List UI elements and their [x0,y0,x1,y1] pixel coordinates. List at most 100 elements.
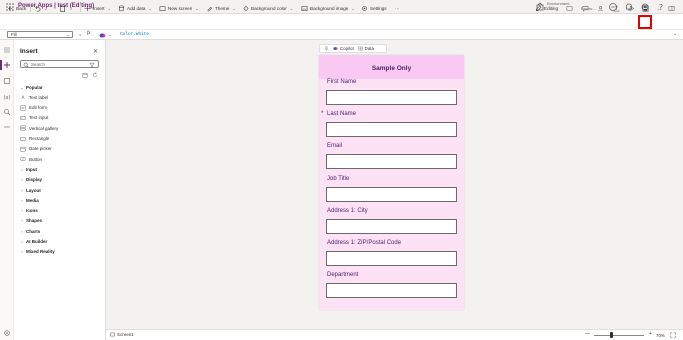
editing-mode-button[interactable]: Editing [535,3,558,13]
search-rail-icon[interactable] [3,108,11,116]
insert-item[interactable]: Date picker [18,144,104,154]
close-icon[interactable]: ✕ [93,48,98,55]
chevron-down-icon: ⌄ [195,5,199,11]
fit-to-window-icon[interactable] [670,331,676,338]
category-popular[interactable]: ⌄ Popular [18,82,104,92]
formula-input[interactable]: Color.White [120,32,149,37]
plus-icon [84,5,91,11]
background-image-button[interactable]: Background image ⌄ [301,3,355,13]
property-dropdown[interactable]: Fill ⌄ [7,31,73,38]
chevron-down-icon: ⌄ [232,5,236,11]
settings-rail-icon[interactable] [3,329,11,337]
background-color-button[interactable]: Background color ⌄ [242,3,293,13]
share-person-icon [598,5,603,11]
data-toolbar-button[interactable]: Data [358,46,374,51]
refresh-icon[interactable] [92,72,98,78]
more-rail-icon[interactable] [3,123,11,131]
zoom-slider-thumb[interactable] [610,332,613,338]
save-button[interactable] [642,3,649,13]
new-screen-button[interactable]: New screen ⌄ [159,3,199,13]
chevron-down-icon[interactable]: ⌄ [108,32,111,37]
clipboard-button[interactable]: ⌄ [59,3,72,13]
table-icon [358,46,363,51]
equals-sign: = [79,31,82,37]
category-item[interactable]: › AI Builder [18,237,104,247]
tree-view-icon[interactable] [3,46,11,54]
date-picker-icon [20,146,26,152]
required-marker: * [321,111,324,118]
separator [80,4,81,12]
settings-button[interactable]: Settings [361,3,387,13]
screen-icon [110,332,115,337]
undo-button[interactable]: ⌄ [34,3,47,13]
category-item[interactable]: › Mixed Reality [18,247,104,257]
more-commands-button[interactable]: ··· [395,3,400,13]
chevron-down-icon: ⌄ [20,84,24,90]
insert-item[interactable]: Edit form [18,103,104,113]
field-input[interactable] [326,122,457,138]
category-label: Popular [26,84,43,90]
field-input[interactable] [326,283,457,299]
save-options-chevron[interactable]: ⌄ [656,3,660,13]
category-item[interactable]: › Icons [18,206,104,216]
field-label: First Name [327,79,357,85]
insert-item[interactable]: Vertical gallery [18,123,104,133]
data-rail-icon[interactable] [3,77,11,85]
copilot-panel-button[interactable] [668,3,675,13]
comments-button[interactable] [582,3,589,13]
category-label: AI Builder [26,239,48,244]
screen-selector[interactable]: Screen1 [110,332,134,337]
gallery-icon [20,125,26,131]
search-icon [23,62,29,68]
category-item[interactable]: › Input [18,164,104,174]
field-input[interactable] [326,90,457,105]
preview-play-button[interactable] [628,3,635,13]
field-label: Last Name [327,111,357,118]
paint-bucket-icon [243,5,249,11]
category-item[interactable]: › Media [18,195,104,205]
import-component-icon[interactable] [82,72,88,78]
theme-button[interactable]: Theme ⌄ [206,3,236,13]
edit-form-icon [20,105,26,111]
zoom-slider[interactable] [594,334,644,336]
field-input[interactable] [326,218,457,234]
insert-item[interactable]: Button [18,154,104,164]
back-button[interactable]: Back [7,3,26,13]
insert-button[interactable]: Insert ⌄ [84,3,111,13]
category-item[interactable]: › Display [18,175,104,185]
insert-rail-icon[interactable] [3,61,11,69]
theme-label: Theme [215,5,230,11]
insert-item[interactable]: Text input [18,113,104,123]
insert-item-label: Vertical gallery [29,125,59,131]
category-item[interactable]: › Layout [18,185,104,195]
copilot-formula-icon[interactable] [99,32,106,39]
insert-item[interactable]: A Text label [18,92,104,102]
expand-formula-chevron-icon[interactable]: ⌄ [673,31,677,37]
variables-rail-icon[interactable]: (x) [3,93,11,101]
category-item[interactable]: › Charts [18,226,104,236]
filter-icon[interactable] [89,62,95,68]
active-rail-indicator [0,60,2,70]
pin-icon[interactable] [324,46,329,51]
chevron-right-icon: › [21,218,23,224]
app-checker-button[interactable] [566,3,573,13]
add-data-button[interactable]: Add data ⌄ [118,3,152,13]
field-input[interactable] [326,154,457,170]
category-item[interactable]: › Shapes [18,216,104,226]
field-input[interactable] [326,186,457,202]
field-input[interactable] [326,251,457,266]
publish-button[interactable] [613,3,620,13]
copilot-toolbar-button[interactable]: Copilot [333,46,354,51]
theme-icon [207,6,213,11]
field-label: Address 1: City [327,207,368,214]
zoom-out-button[interactable]: — [585,331,590,337]
stethoscope-icon [566,5,573,11]
chevron-right-icon: › [21,187,23,193]
share-button[interactable] [597,3,604,13]
zoom-in-button[interactable]: + [649,331,652,337]
chevron-down-icon: ⌄ [69,5,73,11]
zoom-level: 70% [656,332,665,338]
text-input-icon [20,116,26,120]
undo-icon [35,5,41,11]
insert-item[interactable]: Rectangle [18,134,104,144]
